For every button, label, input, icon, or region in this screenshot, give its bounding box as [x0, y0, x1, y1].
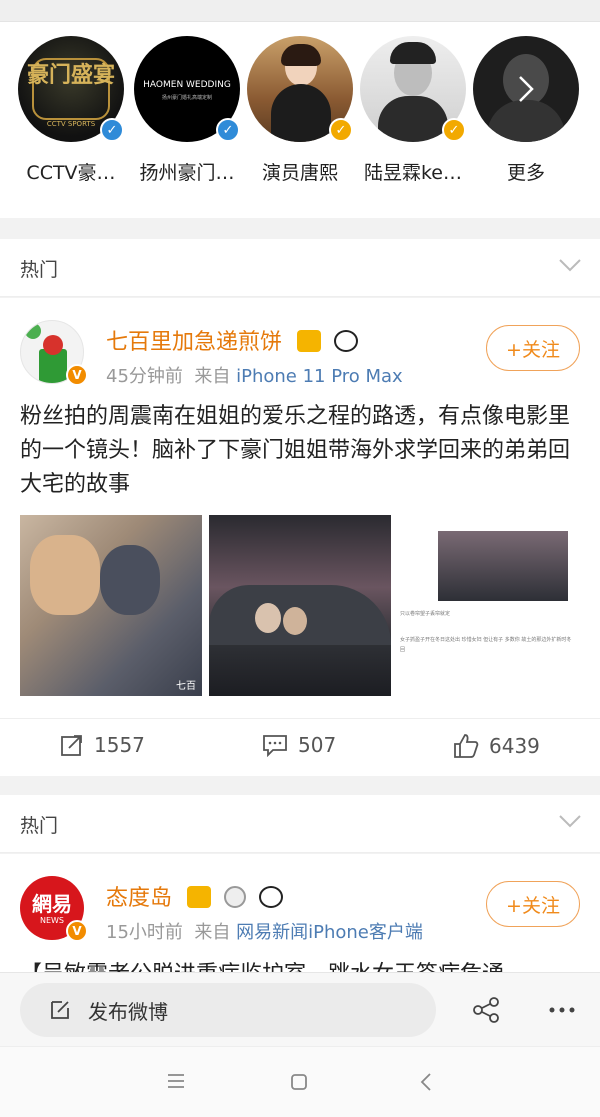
account-name: 扬州豪门… [139, 162, 235, 184]
image-caption: 女子抓盈子开在冬日这处出 珍惜女妇 但让有子 多数你 故土的那边外扩新时冬回 [400, 637, 572, 653]
like-count: 6439 [489, 734, 540, 758]
verified-blue-icon: ✓ [100, 118, 124, 142]
post-author[interactable]: 七百里加急递煎饼 [106, 324, 359, 356]
system-nav-bar [0, 1046, 600, 1117]
compose-button[interactable]: 发布微博 [20, 983, 436, 1037]
thumbs-up-icon [454, 734, 479, 758]
account-haomen-wedding[interactable]: HAOMEN WEDDING 扬州豪门婚礼高端定制 ✓ 扬州豪门… [132, 36, 242, 185]
post-text[interactable]: 粉丝拍的周震南在姐姐的爱乐之程的路透，有点像电影里的一个镜头！脑补了下豪门姐姐带… [20, 400, 580, 502]
post-text[interactable]: 【吴敏霞老公脱进重症监护室，跳水女王签病危通 [20, 958, 580, 972]
repost-count: 1557 [94, 733, 145, 757]
menu-icon[interactable] [166, 1073, 186, 1089]
account-lu-yulin[interactable]: ✓ 陆昱霖ke… [358, 36, 468, 185]
post-author[interactable]: 态度岛 [106, 880, 284, 912]
top-strip [0, 0, 600, 22]
panda-icon [259, 886, 284, 908]
more-accounts[interactable]: 更多 [471, 36, 581, 185]
post-source[interactable]: iPhone 11 Pro Max [236, 366, 403, 387]
account-name: 陆昱霖ke… [363, 162, 462, 184]
section-header-hot: 热门 [0, 239, 600, 297]
post-meta: 15小时前 来自 网易新闻iPhone客户端 [106, 922, 423, 943]
recommended-accounts: 豪门盛宴 CCTV SPORTS ✓ CCTV豪… HAOMEN WEDDING… [0, 22, 600, 218]
crown-icon [187, 886, 212, 908]
repost-icon [61, 735, 82, 756]
post-actions: 1557 507 6439 [0, 718, 600, 776]
post-image[interactable]: 七百 [20, 515, 202, 696]
avatar-text: 網易 [32, 892, 72, 916]
bottom-toolbar: 发布微博 [0, 972, 600, 1046]
badge-icon [224, 886, 247, 908]
compose-label: 发布微博 [88, 999, 168, 1024]
edit-icon [51, 1001, 69, 1019]
comment-button[interactable]: 507 [262, 733, 336, 757]
repost-button[interactable]: 1557 [60, 733, 145, 757]
watermark: 七百 [176, 681, 196, 692]
chevron-down-icon[interactable] [558, 813, 582, 829]
chevron-right-icon [519, 76, 534, 102]
home-icon[interactable] [290, 1073, 308, 1091]
post-source[interactable]: 网易新闻iPhone客户端 [236, 922, 423, 943]
account-tang-xi[interactable]: ✓ 演员唐熙 [245, 36, 355, 185]
back-icon[interactable] [420, 1072, 432, 1092]
crown-icon [297, 330, 322, 352]
section-label: 热门 [20, 259, 59, 281]
account-name: CCTV豪… [26, 162, 116, 184]
follow-button[interactable]: +关注 [486, 881, 580, 927]
comment-icon [263, 735, 287, 757]
share-icon[interactable] [472, 997, 502, 1023]
comment-count: 507 [298, 733, 337, 757]
chevron-down-icon[interactable] [558, 257, 582, 273]
panda-icon [334, 330, 359, 352]
logo-text: HAOMEN WEDDING [143, 80, 231, 90]
section-label: 热门 [20, 815, 59, 837]
follow-button[interactable]: +关注 [486, 325, 580, 371]
verified-orange-icon: V [66, 920, 88, 942]
avatar [473, 36, 579, 142]
more-label: 更多 [506, 162, 545, 184]
image-caption: 只以卷帘望子丢帘就定 [400, 611, 451, 617]
verified-blue-icon: ✓ [216, 118, 240, 142]
post-image[interactable] [209, 515, 391, 696]
more-icon[interactable] [548, 1006, 576, 1014]
account-name: 演员唐熙 [261, 162, 338, 184]
verified-gold-icon: ✓ [329, 118, 353, 142]
section-header-hot: 热门 [0, 795, 600, 853]
post-image[interactable]: 只以卷帘望子丢帘就定 女子抓盈子开在冬日这处出 珍惜女妇 但让有子 多数你 故土… [398, 515, 580, 696]
post-meta: 45分钟前 来自 iPhone 11 Pro Max [106, 366, 403, 387]
feed-post: 網易 NEWS V 态度岛 15小时前 来自 网易新闻iPhone客户端 +关注… [0, 854, 600, 972]
verified-gold-icon: ✓ [442, 118, 466, 142]
feed-post: V 七百里加急递煎饼 45分钟前 来自 iPhone 11 Pro Max +关… [0, 298, 600, 776]
account-cctv[interactable]: 豪门盛宴 CCTV SPORTS ✓ CCTV豪… [16, 36, 126, 185]
logo-text: 豪门盛宴 [26, 63, 115, 88]
logo-sub: 扬州豪门婚礼高端定制 [161, 95, 212, 101]
like-button[interactable]: 6439 [453, 733, 540, 759]
verified-orange-icon: V [66, 364, 88, 386]
